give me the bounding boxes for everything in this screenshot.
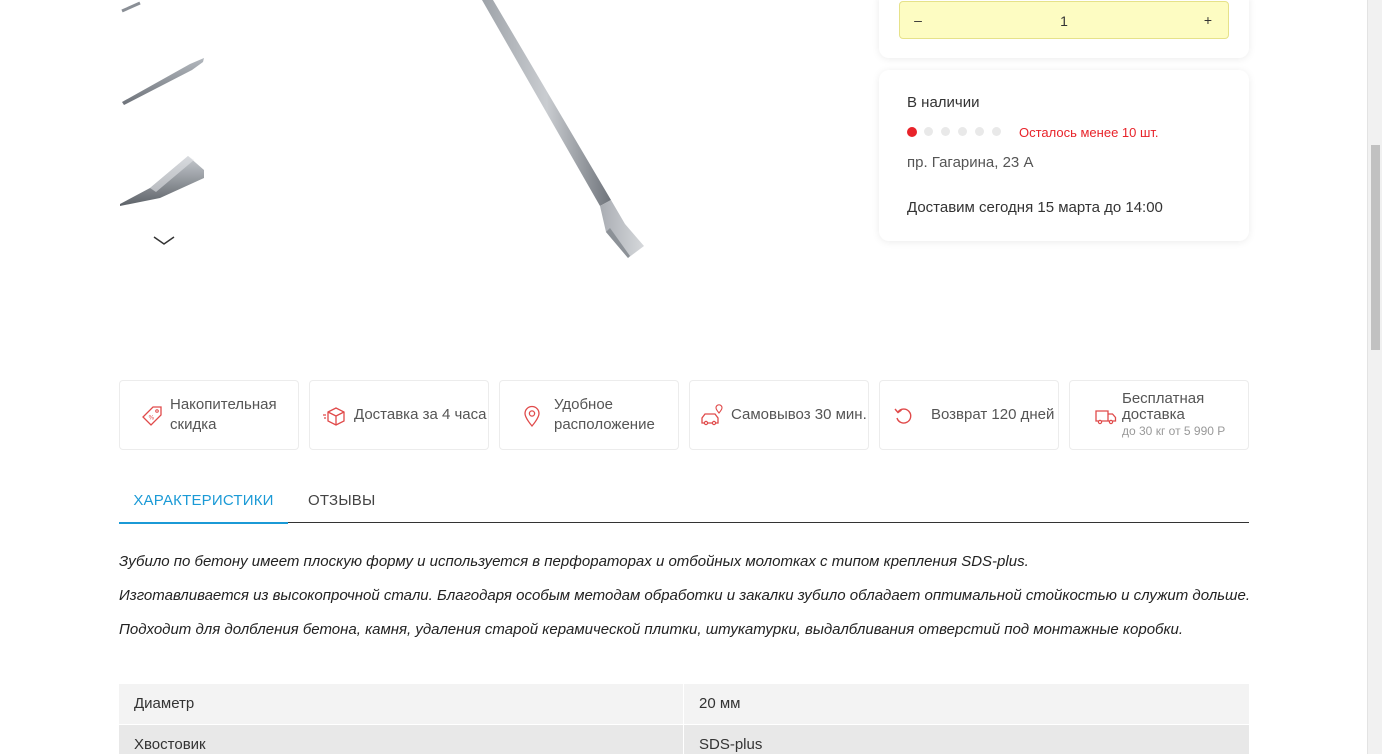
spec-key: Хвостовик bbox=[119, 725, 683, 754]
chevron-down-icon bbox=[153, 236, 175, 245]
description-paragraph: Зубило по бетону имеет плоскую форму и и… bbox=[119, 553, 1029, 570]
box-delivery-icon bbox=[323, 407, 345, 426]
gallery-thumbnail[interactable] bbox=[120, 0, 205, 17]
feature-location[interactable]: Удобное расположение bbox=[499, 380, 679, 450]
scrollbar-thumb[interactable] bbox=[1371, 145, 1380, 350]
tab-reviews[interactable]: ОТЗЫВЫ bbox=[308, 480, 375, 522]
spec-value: 20 мм bbox=[684, 684, 1249, 724]
feature-label: Удобное расположение bbox=[554, 396, 655, 433]
discount-tag-icon: % bbox=[142, 406, 162, 426]
stock-level-dot bbox=[941, 127, 950, 136]
quantity-card: – + bbox=[879, 0, 1249, 58]
feature-label: Доставка за 4 часа bbox=[354, 406, 487, 423]
feature-discount[interactable]: % Накопительная скидка bbox=[119, 380, 299, 450]
feature-return[interactable]: Возврат 120 дней bbox=[879, 380, 1059, 450]
quantity-minus-button[interactable]: – bbox=[900, 2, 936, 38]
spec-value: SDS-plus bbox=[684, 725, 1249, 754]
page-scrollbar[interactable] bbox=[1367, 0, 1382, 754]
gallery-next-button[interactable] bbox=[150, 232, 178, 250]
gallery-thumbnail[interactable] bbox=[120, 138, 205, 210]
free-truck-icon bbox=[1095, 410, 1117, 425]
car-pickup-icon bbox=[701, 404, 723, 426]
feature-pickup[interactable]: Самовывоз 30 мин. bbox=[689, 380, 869, 450]
feature-label: Накопительная скидка bbox=[170, 396, 277, 433]
store-address: пр. Гагарина, 23 А bbox=[907, 154, 1034, 171]
spec-row: Диаметр 20 мм bbox=[119, 684, 1249, 724]
availability-card: В наличии Осталось менее 10 шт. пр. Гага… bbox=[879, 70, 1249, 241]
feature-delivery[interactable]: Доставка за 4 часа bbox=[309, 380, 489, 450]
feature-label: Возврат 120 дней bbox=[931, 406, 1055, 423]
feature-label: Самовывоз 30 мин. bbox=[731, 406, 867, 423]
location-pin-icon bbox=[524, 405, 540, 427]
chisel-closeup-thumbnail bbox=[120, 156, 204, 206]
gallery-thumbnail[interactable] bbox=[120, 42, 205, 114]
product-main-image[interactable] bbox=[280, 0, 800, 330]
feature-free-delivery[interactable]: Бесплатная доставка до 30 кг от 5 990 Р bbox=[1069, 380, 1249, 450]
product-page: – + В наличии Осталось менее 10 шт. пр. … bbox=[0, 0, 1367, 754]
description-paragraph: Изготавливается из высокопрочной стали. … bbox=[119, 587, 1251, 604]
stock-remaining-text: Осталось менее 10 шт. bbox=[1019, 125, 1159, 140]
chisel-side-thumbnail bbox=[122, 58, 204, 105]
quantity-stepper: – + bbox=[899, 1, 1229, 40]
feature-text: Бесплатная доставка до 30 кг от 5 990 Р bbox=[1122, 391, 1244, 439]
feature-sublabel: до 30 кг от 5 990 Р bbox=[1122, 424, 1226, 438]
spec-row: Хвостовик SDS-plus bbox=[119, 725, 1249, 754]
return-arrow-icon bbox=[894, 408, 912, 424]
stock-level-dot bbox=[907, 126, 917, 137]
delivery-date-text: Доставим сегодня 15 марта до 14:00 bbox=[907, 199, 1163, 216]
description-paragraph: Подходит для долбления бетона, камня, уд… bbox=[119, 621, 1184, 638]
chisel-image bbox=[482, 0, 644, 258]
quantity-plus-button[interactable]: + bbox=[1190, 2, 1226, 38]
quantity-input[interactable] bbox=[960, 2, 1168, 40]
tab-characteristics[interactable]: ХАРАКТЕРИСТИКИ bbox=[119, 480, 288, 524]
product-tabs: ХАРАКТЕРИСТИКИ ОТЗЫВЫ bbox=[119, 480, 1249, 524]
svg-text:%: % bbox=[149, 415, 155, 422]
stock-level-dot bbox=[958, 127, 967, 136]
stock-level-dot bbox=[975, 127, 984, 136]
stock-level-dot bbox=[924, 127, 933, 136]
stock-level-dot bbox=[992, 127, 1001, 136]
feature-label: Бесплатная доставка bbox=[1122, 390, 1205, 423]
spec-key: Диаметр bbox=[119, 684, 683, 724]
chisel-tip-thumbnail bbox=[121, 1, 141, 13]
availability-title: В наличии bbox=[907, 94, 980, 111]
